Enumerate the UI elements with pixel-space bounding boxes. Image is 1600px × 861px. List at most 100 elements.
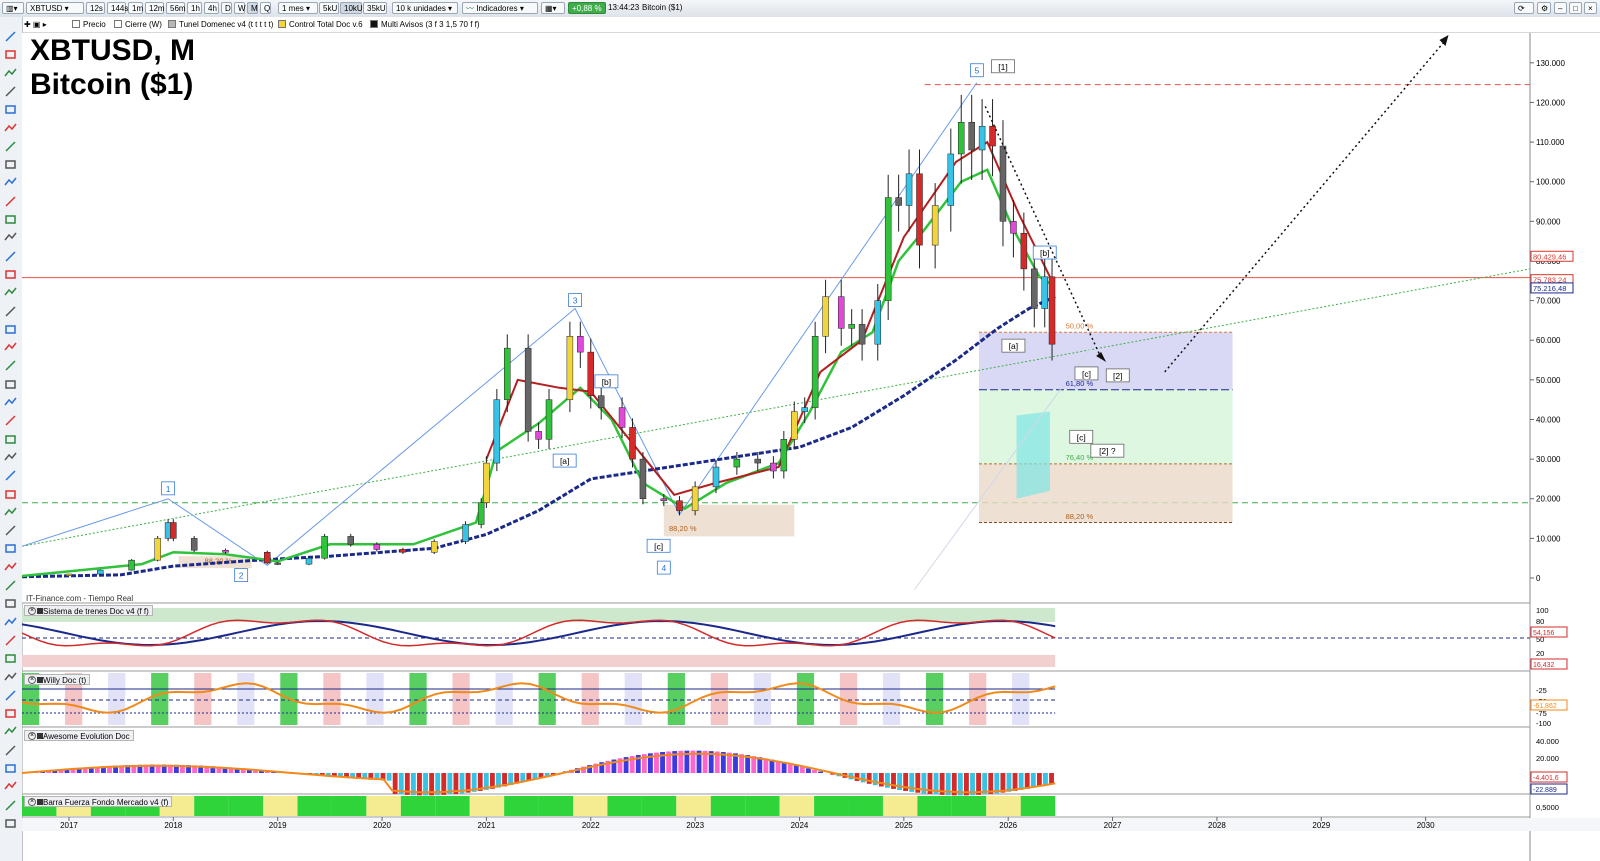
timeframe-button-w[interactable]: W (234, 2, 246, 14)
fib-ext-tool-icon[interactable] (3, 267, 18, 282)
timeframe-button-1h[interactable]: 1h (187, 2, 202, 14)
refresh-icon[interactable]: ⟳ (1514, 2, 1534, 14)
pattern-tool-icon[interactable] (3, 505, 18, 520)
maximize-icon[interactable]: □ (1569, 2, 1582, 14)
legend-swatch (370, 20, 378, 28)
timeframe-button-4h[interactable]: 4h (204, 2, 219, 14)
crosshair-tool-icon[interactable] (3, 47, 18, 62)
timeframe-button-q[interactable]: Q (260, 2, 271, 14)
candle-body (999, 145, 1007, 222)
panel-close-icon[interactable]: × (28, 676, 36, 684)
unit-button-35k[interactable]: 35kU (363, 2, 387, 14)
hand-tool-icon[interactable] (3, 761, 18, 776)
settings-icon[interactable]: ⚙ (1537, 2, 1551, 14)
ray-tool-icon[interactable] (3, 157, 18, 172)
layout-button[interactable]: ▦▾ (541, 2, 565, 14)
legend-controls[interactable]: ✚ ▣ ▸ (24, 19, 68, 30)
ruler-tool-icon[interactable] (3, 358, 18, 373)
legend-item-control[interactable]: Control Total Doc v.6 (278, 19, 363, 30)
price-chart[interactable]: 88,20 %88,20 %50,00 %61,80 %76,40 %88,20… (22, 33, 1600, 861)
barra-segment (745, 796, 780, 816)
channel-tool-icon[interactable] (3, 230, 18, 245)
cursor-tool-icon[interactable] (3, 29, 18, 44)
trend-tool-icon[interactable] (3, 212, 18, 227)
brush-tool-icon[interactable] (3, 340, 18, 355)
panel-header-trenes[interactable]: × Sistema de trenes Doc v4 (f f) (24, 605, 153, 616)
timeframe-button-12s[interactable]: 12s (86, 2, 105, 14)
unit-button-10k[interactable]: 10kU (340, 2, 363, 14)
path-tool-icon[interactable] (3, 596, 18, 611)
legend-item-close[interactable]: Cierre (W) (114, 19, 162, 30)
candle-body (1020, 232, 1028, 270)
candle-body (1041, 276, 1048, 309)
panel-close-icon[interactable]: × (28, 732, 36, 740)
close-icon[interactable]: × (1584, 2, 1597, 14)
chart-menu-button[interactable]: ▥▾ (2, 2, 24, 14)
panel-close-icon[interactable]: × (28, 607, 36, 615)
legend-item-price[interactable]: Precio (72, 19, 106, 30)
panel-header-barra[interactable]: × Barra Fuerza Fondo Mercado v4 (f) (24, 796, 173, 807)
panel-header-willy[interactable]: × Willy Doc (t) (24, 674, 91, 685)
wave-tool-icon[interactable] (3, 285, 18, 300)
panel-title: Willy Doc (t) (43, 676, 87, 685)
line-tool-icon[interactable] (3, 139, 18, 154)
zoom-out-tool-icon[interactable] (3, 84, 18, 99)
panel-axis-label: 20 (1536, 649, 1544, 658)
barra-segment (986, 796, 1021, 816)
zoom-tool-icon[interactable] (3, 66, 18, 81)
legend-item-tunel[interactable]: Tunel Domenec v4 (t t t t t) (168, 19, 273, 30)
star-tool-icon[interactable] (3, 724, 18, 739)
text-tool-icon[interactable] (3, 194, 18, 209)
indicators-button[interactable]: 〰 Indicadores ▾ (462, 2, 538, 14)
period-selector[interactable]: 1 mes ▾ (278, 2, 318, 14)
gear-tool-icon[interactable] (3, 816, 18, 831)
marker-tool-icon[interactable] (3, 688, 18, 703)
trash-tool-icon[interactable] (3, 450, 18, 465)
willy-band (796, 673, 815, 725)
willy-band (452, 673, 470, 725)
vline-tool-icon[interactable] (3, 578, 18, 593)
bell-tool-icon[interactable] (3, 798, 18, 813)
time-axis-label: 2018 (164, 821, 182, 830)
thumb-tool-icon[interactable] (3, 743, 18, 758)
cycle-tool-icon[interactable] (3, 615, 18, 630)
flag-tool-icon[interactable] (3, 779, 18, 794)
note-tool-icon[interactable] (3, 706, 18, 721)
hline-tool-icon[interactable] (3, 560, 18, 575)
symbol-selector[interactable]: XBTUSD ▾ (26, 2, 84, 14)
layers-tool-icon[interactable] (3, 487, 18, 502)
pitchfork-tool-icon[interactable] (3, 541, 18, 556)
timeframe-button-144s[interactable]: 144s (107, 2, 128, 14)
lock-tool-icon[interactable] (3, 413, 18, 428)
timeframe-button-d[interactable]: D (221, 2, 232, 14)
alert-tool-icon[interactable] (3, 468, 18, 483)
panel-axis-label: -25 (1536, 686, 1547, 695)
timeframe-button-m[interactable]: M (247, 2, 258, 14)
wedge-tool-icon[interactable] (3, 670, 18, 685)
measure-tool-icon[interactable] (3, 377, 18, 392)
rect-tool-icon[interactable] (3, 175, 18, 190)
timeframe-button-56m[interactable]: 56m (166, 2, 186, 14)
magnet-tool-icon[interactable] (3, 102, 18, 117)
timeframe-button-1m[interactable]: 1m (128, 2, 143, 14)
panel-header-awesome[interactable]: × Awesome Evolution Doc (24, 730, 134, 741)
arrow-tool-icon[interactable] (3, 304, 18, 319)
pencil-tool-icon[interactable] (3, 121, 18, 136)
eraser-tool-icon[interactable] (3, 395, 18, 410)
gann-tool-icon[interactable] (3, 523, 18, 538)
barra-segment (400, 796, 436, 816)
legend-label: Precio (83, 20, 106, 29)
price-axis-label: 60.000 (1536, 336, 1561, 345)
timeframe-button-12m[interactable]: 12m (145, 2, 165, 14)
fan-tool-icon[interactable] (3, 651, 18, 666)
legend-item-avisos[interactable]: Multi Avisos (3 f 3 1,5 70 f f) (370, 19, 480, 30)
minimize-icon[interactable]: – (1554, 2, 1567, 14)
unit-button-5k[interactable]: 5kU (319, 2, 339, 14)
eye-tool-icon[interactable] (3, 432, 18, 447)
panel-close-icon[interactable]: × (28, 798, 36, 806)
speed-tool-icon[interactable] (3, 633, 18, 648)
candle-body (321, 536, 328, 559)
units-select[interactable]: 10 k unidades ▾ (392, 2, 458, 14)
ellipse-tool-icon[interactable] (3, 322, 18, 337)
fib-tool-icon[interactable] (3, 249, 18, 264)
